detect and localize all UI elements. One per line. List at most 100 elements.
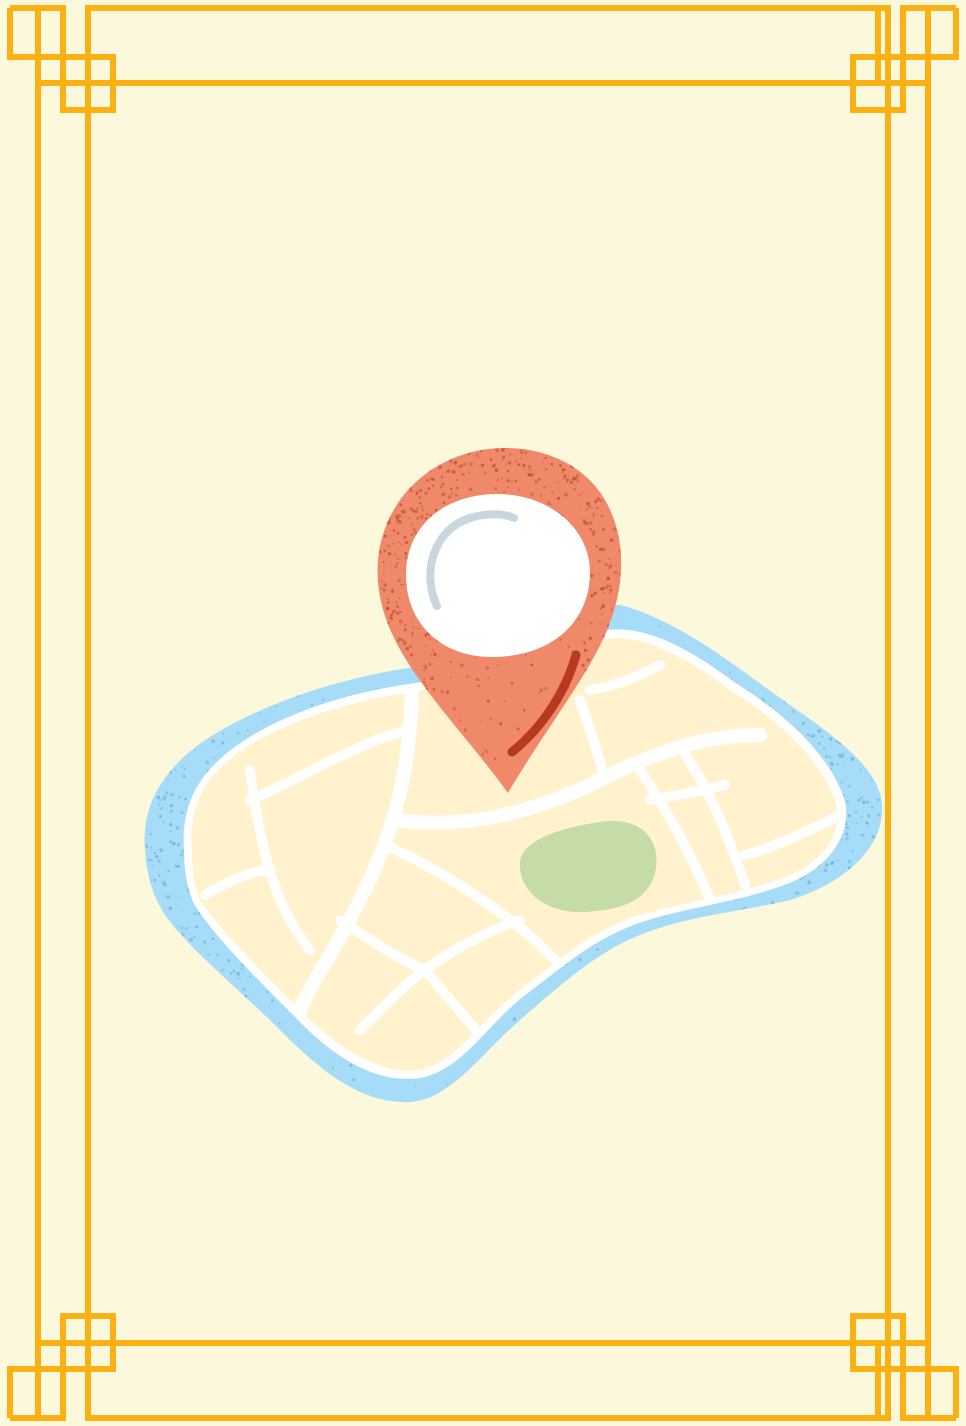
texture-dot [198, 612, 201, 615]
texture-dot [870, 1062, 874, 1066]
texture-dot [200, 1042, 203, 1045]
texture-dot [506, 479, 510, 483]
texture-dot [240, 691, 243, 694]
texture-dot [141, 668, 143, 670]
texture-dot [823, 638, 826, 640]
texture-dot [859, 1081, 862, 1084]
texture-dot [860, 676, 862, 679]
texture-dot [805, 1007, 809, 1012]
texture-dot [434, 448, 438, 451]
texture-dot [815, 1023, 818, 1026]
texture-dot [175, 644, 179, 649]
texture-dot [588, 521, 593, 525]
texture-dot [197, 984, 200, 988]
texture-dot [829, 652, 833, 656]
texture-dot [140, 630, 143, 633]
texture-dot [283, 693, 286, 696]
texture-dot [827, 1030, 832, 1035]
texture-dot [862, 1103, 864, 1105]
texture-dot [450, 492, 454, 495]
texture-dot [497, 663, 500, 666]
texture-dot [817, 652, 820, 655]
texture-dot [444, 448, 447, 450]
texture-dot [831, 612, 834, 616]
texture-dot [606, 576, 611, 581]
texture-dot [145, 933, 149, 937]
texture-dot [154, 925, 157, 928]
texture-dot [596, 497, 600, 501]
texture-dot [822, 642, 826, 646]
texture-dot [197, 954, 201, 958]
texture-dot [169, 771, 173, 774]
texture-dot [719, 1068, 723, 1072]
texture-dot [209, 655, 212, 657]
texture-dot [806, 1054, 810, 1058]
texture-dot [141, 673, 143, 675]
texture-dot [873, 751, 878, 756]
texture-dot [144, 622, 146, 626]
texture-dot [856, 690, 859, 693]
texture-dot [283, 1100, 287, 1103]
texture-dot [139, 1023, 141, 1025]
texture-dot [388, 487, 392, 490]
texture-dot [416, 516, 420, 520]
texture-dot [181, 896, 184, 899]
texture-dot [211, 937, 215, 941]
texture-dot [157, 913, 161, 918]
texture-dot [835, 942, 838, 945]
texture-dot [200, 669, 204, 672]
texture-dot [847, 719, 850, 722]
texture-dot [455, 479, 458, 482]
texture-dot [442, 501, 446, 505]
texture-dot [246, 979, 249, 982]
texture-dot [380, 649, 383, 652]
texture-dot [865, 927, 867, 929]
texture-dot [859, 796, 864, 800]
texture-dot [869, 645, 873, 649]
texture-dot [169, 646, 172, 649]
corner-ornament-bottom-left [7, 1313, 116, 1421]
texture-dot [599, 499, 602, 502]
texture-dot [601, 471, 605, 475]
texture-dot [578, 957, 582, 962]
texture-dot [239, 670, 243, 674]
texture-dot [824, 609, 828, 613]
texture-dot [449, 487, 453, 491]
texture-dot [380, 625, 384, 628]
texture-dot [220, 994, 225, 998]
texture-dot [623, 447, 625, 449]
texture-dot [196, 635, 199, 639]
texture-dot [830, 767, 833, 770]
texture-dot [520, 457, 523, 460]
texture-dot [167, 869, 171, 873]
texture-dot [608, 501, 612, 506]
texture-dot [158, 1000, 162, 1004]
texture-dot [188, 1084, 192, 1088]
texture-dot [160, 632, 164, 636]
texture-dot [167, 605, 170, 607]
texture-dot [596, 947, 600, 951]
texture-dot [207, 730, 210, 733]
texture-dot [581, 491, 583, 494]
texture-dot [743, 1088, 746, 1091]
texture-dot [510, 681, 514, 685]
texture-dot [763, 1095, 767, 1099]
texture-dot [836, 678, 840, 682]
texture-dot [398, 619, 403, 624]
texture-dot [221, 969, 224, 972]
texture-dot [386, 486, 390, 490]
texture-dot [176, 826, 180, 830]
texture-dot [370, 448, 372, 450]
texture-dot [469, 462, 473, 466]
texture-dot [397, 470, 401, 474]
texture-dot [522, 448, 525, 451]
texture-dot [792, 1028, 794, 1031]
texture-dot [836, 886, 840, 891]
texture-dot [830, 861, 834, 866]
texture-dot [148, 631, 151, 634]
texture-dot [876, 993, 880, 997]
texture-dot [880, 1065, 883, 1069]
texture-dot [806, 639, 810, 643]
texture-dot [214, 629, 217, 632]
texture-dot [399, 478, 403, 482]
